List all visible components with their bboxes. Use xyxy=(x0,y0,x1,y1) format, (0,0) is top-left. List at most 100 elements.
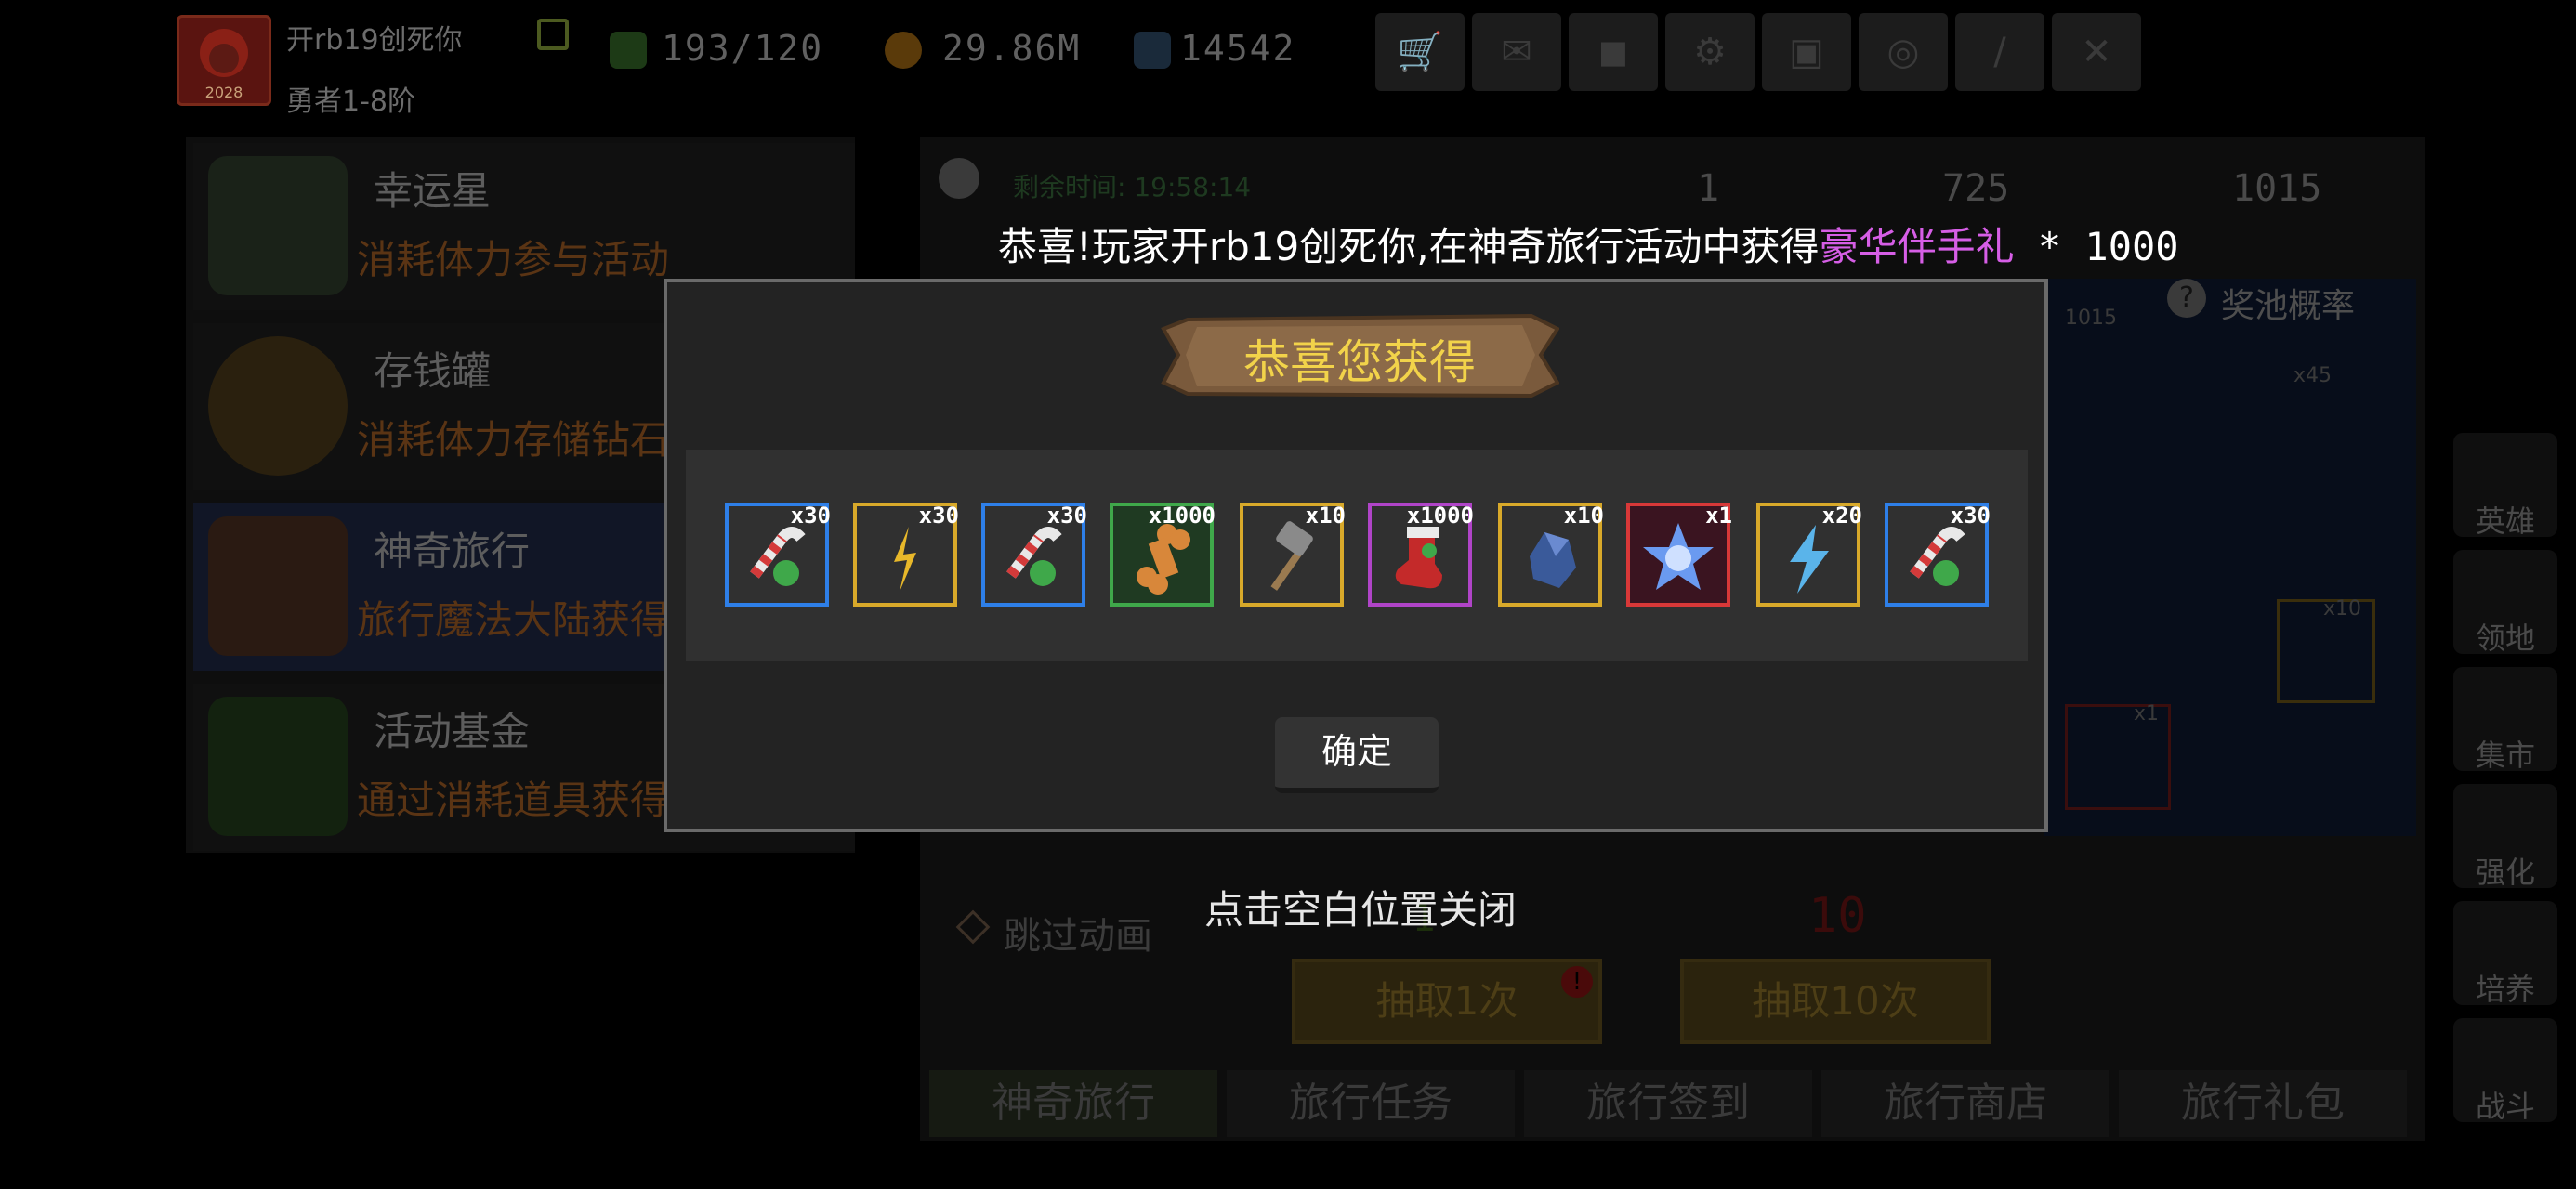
clock-icon xyxy=(939,158,979,199)
tab-travel-tasks[interactable]: 旅行任务 xyxy=(1227,1070,1515,1137)
gem-value: 14542 xyxy=(1180,28,1296,69)
player-rank: 勇者1-8阶 xyxy=(286,85,415,118)
item-quantity: x1 xyxy=(1705,503,1732,529)
tab-travel-pack[interactable]: 旅行礼包 xyxy=(2119,1070,2407,1137)
item-quantity: x30 xyxy=(1950,503,1991,529)
christmas-stocking-icon xyxy=(1395,527,1442,589)
rainbow-wheel-icon: ◎ xyxy=(1886,31,1920,73)
candy-cane-gift-icon xyxy=(1006,527,1062,586)
draw-ten-button[interactable]: 抽取10次 xyxy=(1680,959,1991,1044)
item-quantity: x30 xyxy=(1046,503,1087,529)
broadcast-item: 豪华伴手礼 xyxy=(1819,224,2015,269)
gift-button[interactable]: ▣ xyxy=(1762,13,1851,91)
sidebar-item-title: 存钱罐 xyxy=(374,348,492,394)
nav-label: 战斗 xyxy=(2475,1089,2535,1124)
blue-ore-icon xyxy=(1530,532,1576,588)
sidebar-item-desc: 旅行魔法大陆获得 xyxy=(357,597,670,643)
nav-label: 英雄 xyxy=(2475,503,2535,539)
reward-item[interactable]: x30 xyxy=(1885,503,1991,607)
shop-button[interactable]: 🛒 xyxy=(1375,13,1465,91)
candy-cane-gift-icon xyxy=(750,527,806,586)
player-name: 开rb19创死你 xyxy=(286,24,463,57)
nav-label: 培养 xyxy=(2475,972,2535,1007)
reward-item[interactable]: x1000 xyxy=(1368,503,1474,607)
player-level: 2028 xyxy=(204,84,243,101)
reward-item[interactable]: x30 xyxy=(981,503,1087,607)
confirm-button[interactable]: 确定 xyxy=(1275,717,1439,793)
tab-magic-travel[interactable]: 神奇旅行 xyxy=(929,1070,1217,1137)
reward-item[interactable]: x1000 xyxy=(1110,503,1216,607)
alert-badge-icon: ! xyxy=(1561,966,1593,998)
pool-probability-link[interactable]: 奖池概率 xyxy=(2221,279,2355,327)
feather-button[interactable]: / xyxy=(1955,13,2044,91)
item-quantity: x10 xyxy=(1305,503,1346,529)
tab-travel-shop[interactable]: 旅行商店 xyxy=(1821,1070,2109,1137)
background-qty: 1015 xyxy=(2065,307,2117,330)
candy-count: 725 xyxy=(1942,167,2010,210)
avatar[interactable]: 2028 xyxy=(177,15,271,106)
sidebar-item-title: 活动基金 xyxy=(374,709,531,754)
broadcast-suffix: * 1000 xyxy=(2014,224,2179,269)
lucky-star-icon xyxy=(208,156,348,295)
gold-icon xyxy=(885,32,922,69)
lightning-icon xyxy=(1790,525,1829,594)
gift-icon: ▣ xyxy=(1789,31,1824,73)
edit-name-icon[interactable] xyxy=(537,19,569,50)
wreath-icon xyxy=(208,516,348,656)
skip-animation-label[interactable]: 跳过动画 xyxy=(1004,906,1152,960)
draw-once-button[interactable]: 抽取1次 xyxy=(1292,959,1602,1044)
close-hint[interactable]: 点击空白位置关闭 xyxy=(1204,879,1517,935)
remaining-time: 剩余时间: 19:58:14 xyxy=(1013,172,1252,203)
nav-label: 集市 xyxy=(2475,738,2535,773)
gear-icon: ⚙ xyxy=(1693,31,1727,73)
tab-travel-checkin[interactable]: 旅行签到 xyxy=(1524,1070,1812,1137)
gold-crystal-shard-icon xyxy=(894,527,916,592)
modal-title: 恭喜您获得 xyxy=(1243,335,1476,389)
item-quantity: x30 xyxy=(918,503,959,529)
piggy-bank-icon xyxy=(208,336,348,476)
reward-item[interactable]: x30 xyxy=(853,503,959,607)
stamina-value: 193/120 xyxy=(662,28,824,69)
reward-item[interactable]: x20 xyxy=(1756,503,1862,607)
reward-item[interactable]: x10 xyxy=(1498,503,1604,607)
settings-button[interactable]: ⚙ xyxy=(1665,13,1755,91)
cost-large: 10 xyxy=(1808,888,1867,944)
gold-value: 29.86M xyxy=(942,28,1082,69)
broadcast-message: 恭喜!玩家开rb19创死你,在神奇旅行活动中获得豪华伴手礼 * 1000 xyxy=(998,216,2179,272)
item-quantity: x1000 xyxy=(1406,503,1474,529)
gamepad-icon: ◼ xyxy=(1597,31,1629,73)
prize-qty: x45 xyxy=(2293,364,2333,387)
hammer-icon xyxy=(1270,521,1313,591)
reward-item[interactable]: x30 xyxy=(725,503,831,607)
item-quantity: x10 xyxy=(1563,503,1604,529)
ticket-count: 1 xyxy=(1697,167,1720,210)
mail-icon: ✉ xyxy=(1501,31,1532,73)
item-quantity: x20 xyxy=(1821,503,1862,529)
prize-qty: x10 xyxy=(2323,597,2362,621)
question-icon[interactable]: ? xyxy=(2167,279,2206,318)
stocking-count: 1015 xyxy=(2232,167,2322,210)
nav-label: 领地 xyxy=(2475,621,2535,656)
item-quantity: x30 xyxy=(790,503,831,529)
prize-qty: x1 xyxy=(2134,702,2160,725)
christmas-tree-icon xyxy=(208,697,348,836)
bone-icon xyxy=(1137,524,1190,594)
item-quantity: x1000 xyxy=(1148,503,1216,529)
gem-icon xyxy=(1134,32,1171,69)
mail-button[interactable]: ✉ xyxy=(1472,13,1561,91)
feather-icon: / xyxy=(1993,31,2006,73)
blue-star-crystal-icon xyxy=(1643,523,1714,590)
cart-icon: 🛒 xyxy=(1397,31,1443,73)
game-button[interactable]: ◼ xyxy=(1569,13,1658,91)
wheel-button[interactable]: ◎ xyxy=(1859,13,1948,91)
sidebar-item-title: 幸运星 xyxy=(374,168,492,214)
sidebar-item-desc: 消耗体力存储钻石 xyxy=(357,417,670,463)
reward-item[interactable]: x10 xyxy=(1240,503,1346,607)
sidebar-item-title: 神奇旅行 xyxy=(374,529,531,574)
battle-button[interactable]: ✕ xyxy=(2052,13,2141,91)
sidebar-item-desc: 通过消耗道具获得 xyxy=(357,777,670,823)
candy-cane-gift-icon xyxy=(1910,527,1965,586)
broadcast-prefix: 恭喜!玩家开rb19创死你,在神奇旅行活动中获得 xyxy=(998,224,1820,269)
reward-item[interactable]: x1 xyxy=(1626,503,1732,607)
stamina-icon xyxy=(610,32,647,69)
